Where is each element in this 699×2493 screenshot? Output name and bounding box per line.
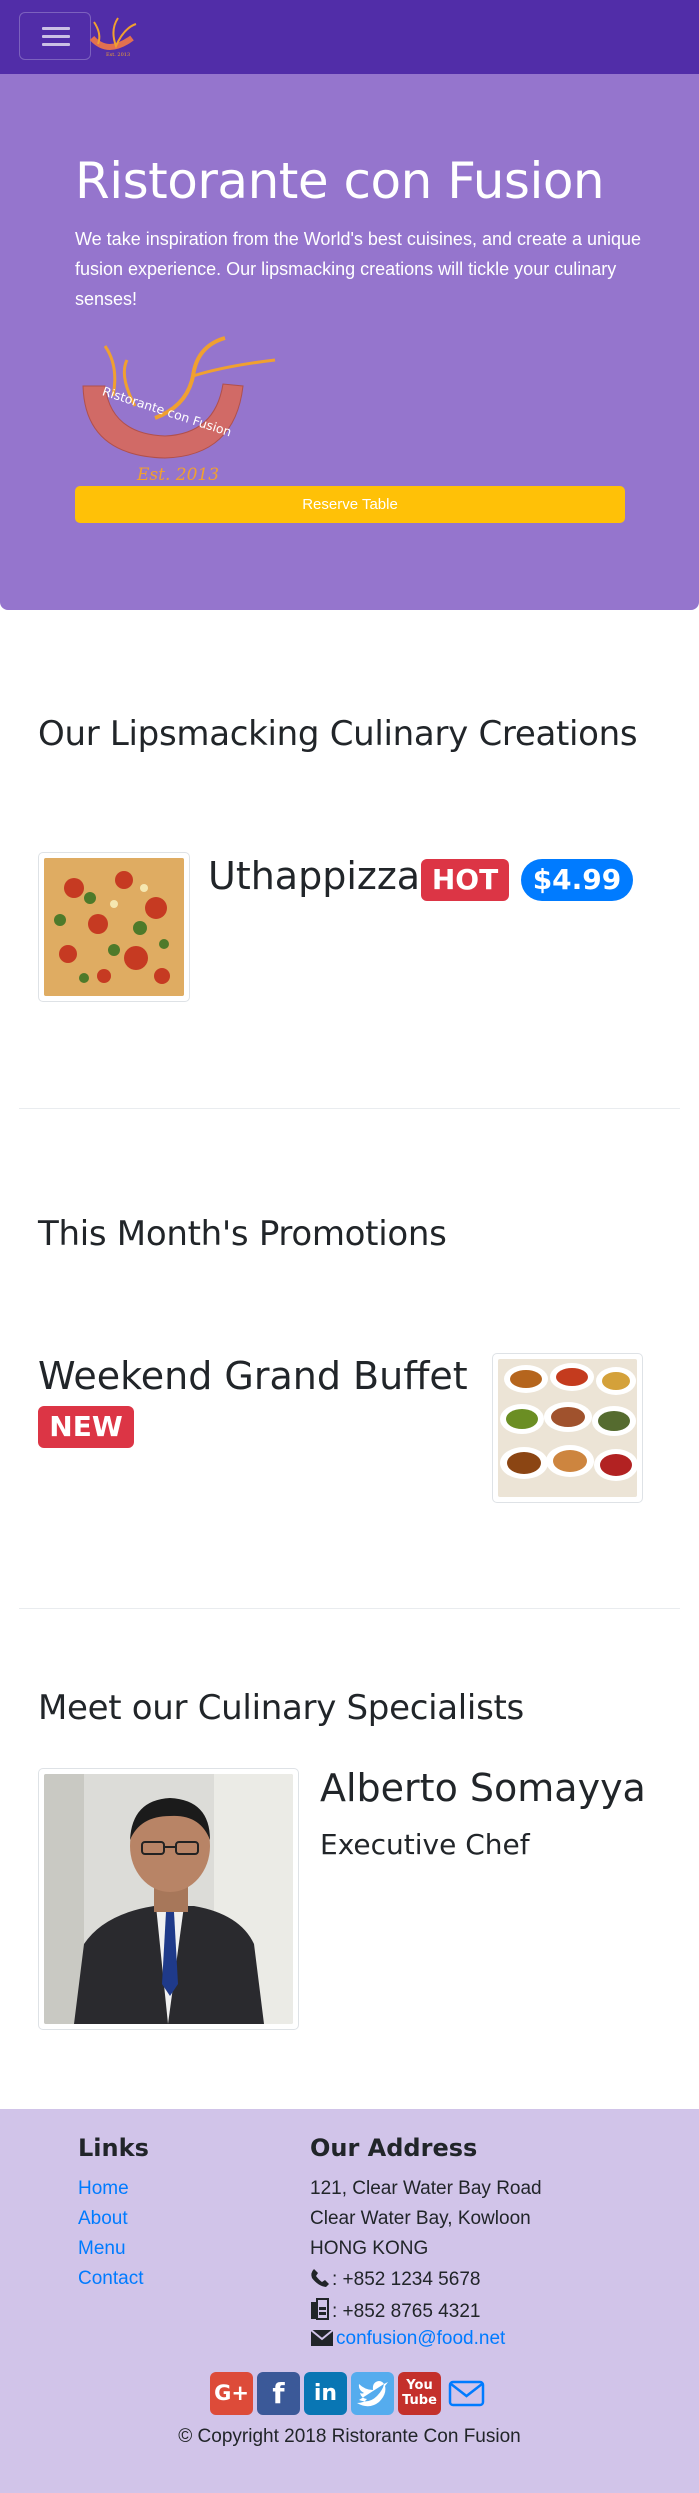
navbar: Est. 2013: [0, 0, 699, 74]
phone-icon: [311, 2269, 329, 2287]
jumbotron: Ristorante con Fusion We take inspiratio…: [0, 74, 699, 610]
copyright-text: © Copyright 2018 Ristorante Con Fusion: [178, 2426, 521, 2447]
jumbotron-title: Ristorante con Fusion: [75, 152, 605, 210]
promotion-name: Weekend Grand Buffet: [38, 1354, 468, 1398]
email-line: confusion@food.net: [310, 2328, 505, 2350]
leader-name: Alberto Somayya: [320, 1766, 646, 1810]
new-badge: NEW: [38, 1406, 134, 1448]
mail-icon[interactable]: [445, 2372, 488, 2415]
youtube-icon[interactable]: You Tube: [398, 2372, 441, 2415]
address-line: 121, Clear Water Bay Road: [310, 2178, 542, 2199]
address-line: HONG KONG: [310, 2238, 429, 2259]
svg-text:Est. 2013: Est. 2013: [106, 52, 130, 58]
leader-thumbnail[interactable]: [38, 1768, 299, 2030]
address-heading: Our Address: [310, 2134, 478, 2162]
email-link[interactable]: confusion@food.net: [336, 2328, 505, 2349]
facebook-icon[interactable]: f: [257, 2372, 300, 2415]
hot-badge: HOT: [421, 859, 509, 901]
leaders-section-title: Meet our Culinary Specialists: [38, 1688, 524, 1728]
promotions-section-title: This Month's Promotions: [38, 1214, 447, 1254]
logo-est-text: Est. 2013: [136, 465, 219, 484]
pizza-image: [44, 858, 184, 996]
footer-link-home[interactable]: Home: [78, 2178, 129, 2200]
fax-number: : +852 8765 4321: [332, 2301, 481, 2322]
jumbotron-description: We take inspiration from the World's bes…: [75, 229, 642, 309]
section-divider: [19, 1608, 680, 1609]
restaurant-logo-icon[interactable]: Est. 2013: [88, 16, 142, 60]
buffet-image: [498, 1359, 637, 1497]
dish-thumbnail[interactable]: [38, 852, 190, 1002]
section-divider: [19, 1108, 680, 1109]
restaurant-logo-icon: Ristorante con Fusion Est. 2013: [82, 336, 276, 484]
address-line: Clear Water Bay, Kowloon: [310, 2208, 531, 2229]
leader-designation: Executive Chef: [320, 1828, 530, 1861]
twitter-icon[interactable]: [351, 2372, 394, 2415]
linkedin-icon[interactable]: in: [304, 2372, 347, 2415]
promotion-thumbnail[interactable]: [492, 1353, 643, 1503]
phone-number: : +852 1234 5678: [332, 2269, 481, 2290]
footer: Links Home About Menu Contact Our Addres…: [0, 2109, 699, 2493]
google-plus-icon[interactable]: G+: [210, 2372, 253, 2415]
envelope-icon: [310, 2329, 334, 2346]
footer-link-about[interactable]: About: [78, 2208, 128, 2230]
links-heading: Links: [78, 2134, 149, 2162]
fax-line: : +852 8765 4321: [310, 2298, 480, 2323]
footer-link-menu[interactable]: Menu: [78, 2238, 126, 2260]
fax-icon: [311, 2298, 329, 2320]
dish-name: Uthappizza: [208, 854, 421, 898]
navbar-toggle-button[interactable]: [19, 12, 91, 60]
footer-link-contact[interactable]: Contact: [78, 2268, 143, 2290]
reserve-table-button[interactable]: Reserve Table: [75, 486, 625, 523]
dishes-section-title: Our Lipsmacking Culinary Creations: [38, 714, 638, 754]
phone-line: : +852 1234 5678: [310, 2268, 480, 2291]
chef-photo: [44, 1774, 293, 2024]
price-badge: $4.99: [521, 859, 633, 901]
